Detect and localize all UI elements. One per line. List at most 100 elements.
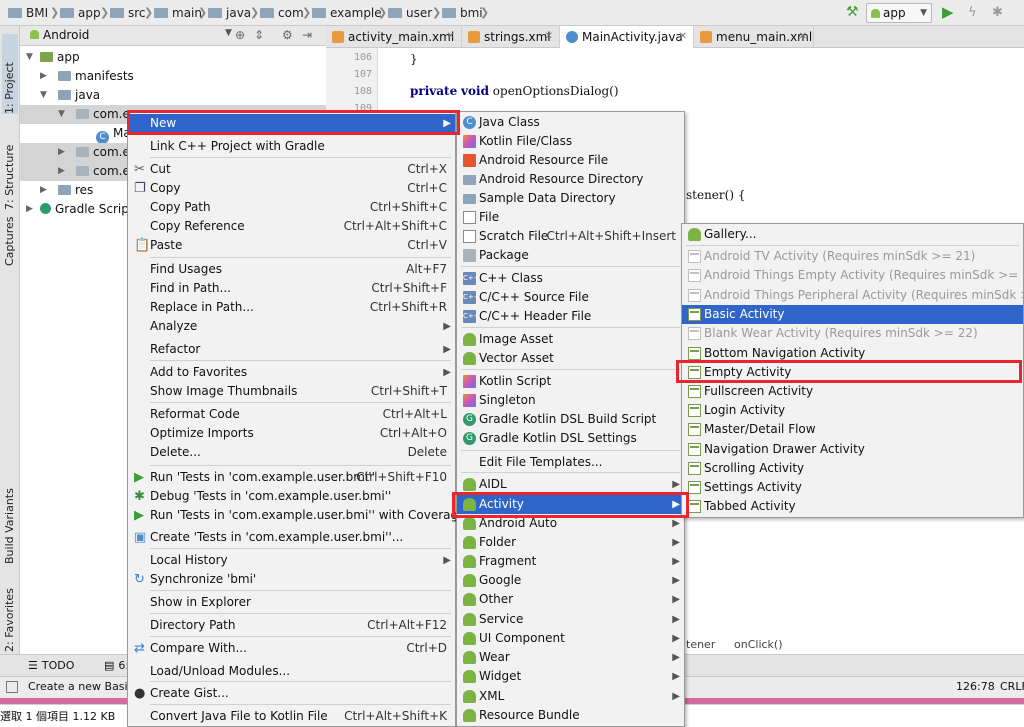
line-separator[interactable]: CRLF: [1000, 680, 1024, 693]
breadcrumb-java[interactable]: java: [208, 0, 251, 26]
menu-item-replace-in-path[interactable]: Replace in Path... Ctrl+Shift+R: [128, 298, 455, 317]
new-item-image-asset[interactable]: Image Asset: [457, 330, 684, 349]
new-item-vector-asset[interactable]: Vector Asset: [457, 349, 684, 368]
new-item-kotlin-script[interactable]: Kotlin Script: [457, 372, 684, 391]
tool-tab-favorites[interactable]: 2: Favorites: [2, 572, 18, 652]
tab-strings-xml[interactable]: strings.xml ✕: [462, 26, 560, 48]
tool-windows-icon[interactable]: [6, 681, 18, 693]
menu-item-run-tests-in-com-example-user-bmi[interactable]: ▶ Run 'Tests in 'com.example.user.bmi'' Ct…: [128, 468, 455, 487]
chevron-down-icon[interactable]: ▼: [225, 28, 232, 38]
activity-item-settings-activity[interactable]: Settings Activity: [682, 478, 1023, 497]
menu-item-optimize-imports[interactable]: Optimize Imports Ctrl+Alt+O: [128, 424, 455, 443]
new-item-activity[interactable]: Activity ▶: [457, 495, 684, 514]
tree-item-app[interactable]: ▼ app: [20, 48, 326, 67]
menu-item-copy-path[interactable]: Copy Path Ctrl+Shift+C: [128, 198, 455, 217]
collapse-icon[interactable]: ⇕: [254, 28, 264, 42]
menu-item-synchronize-bmi[interactable]: ↻ Synchronize 'bmi': [128, 570, 455, 589]
new-item-kotlin-file-class[interactable]: Kotlin File/Class: [457, 132, 684, 151]
tab-mainactivity-java[interactable]: MainActivity.java ✕: [560, 26, 694, 48]
activity-item-basic-activity[interactable]: Basic Activity: [682, 305, 1023, 324]
activity-item-scrolling-activity[interactable]: Scrolling Activity: [682, 459, 1023, 478]
new-item-widget[interactable]: Widget ▶: [457, 667, 684, 686]
menu-item-create-tests-in-com-example-user-bmi[interactable]: ▣ Create 'Tests in 'com.example.user.bmi'…: [128, 528, 455, 547]
activity-item-fullscreen-activity[interactable]: Fullscreen Activity: [682, 382, 1023, 401]
menu-item-create-gist[interactable]: ● Create Gist...: [128, 684, 455, 703]
menu-item-find-usages[interactable]: Find Usages Alt+F7: [128, 260, 455, 279]
menu-item-cut[interactable]: ✂ Cut Ctrl+X: [128, 160, 455, 179]
activity-item-blank-wear-activity-requires-minsdk-22[interactable]: Blank Wear Activity (Requires minSdk >= …: [682, 324, 1023, 343]
breadcrumb-src[interactable]: src: [110, 0, 146, 26]
menu-item-new[interactable]: New ▶: [128, 114, 455, 133]
new-item-singleton[interactable]: Singleton: [457, 391, 684, 410]
project-view-select[interactable]: Android: [30, 28, 89, 42]
new-item-fragment[interactable]: Fragment ▶: [457, 552, 684, 571]
close-icon[interactable]: ✕: [799, 26, 807, 48]
new-item-c-c-source-file[interactable]: C++ C/C++ Source File: [457, 288, 684, 307]
new-item-wear[interactable]: Wear ▶: [457, 648, 684, 667]
run-configuration-select[interactable]: app ▼: [866, 3, 932, 23]
menu-item-paste[interactable]: 📋 Paste Ctrl+V: [128, 236, 455, 255]
new-item-android-auto[interactable]: Android Auto ▶: [457, 514, 684, 533]
breadcrumb-example[interactable]: example: [312, 0, 382, 26]
activity-item-empty-activity[interactable]: Empty Activity: [682, 363, 1023, 382]
menu-item-debug-tests-in-com-example-user-bmi[interactable]: ✱ Debug 'Tests in 'com.example.user.bmi'': [128, 487, 455, 506]
new-item-c-c-header-file[interactable]: C++ C/C++ Header File: [457, 307, 684, 326]
breadcrumb-main[interactable]: main: [154, 0, 202, 26]
activity-item-bottom-navigation-activity[interactable]: Bottom Navigation Activity: [682, 344, 1023, 363]
new-item-gradle-kotlin-dsl-build-script[interactable]: G Gradle Kotlin DSL Build Script: [457, 410, 684, 429]
menu-item-copy[interactable]: ❐ Copy Ctrl+C: [128, 179, 455, 198]
new-item-xml[interactable]: XML ▶: [457, 687, 684, 706]
new-item-google[interactable]: Google ▶: [457, 571, 684, 590]
new-item-resource-bundle[interactable]: Resource Bundle: [457, 706, 684, 725]
new-item-android-resource-file[interactable]: Android Resource File: [457, 151, 684, 170]
new-item-other[interactable]: Other ▶: [457, 590, 684, 609]
tree-item-java[interactable]: ▼ java: [20, 86, 326, 105]
todo-tab[interactable]: ☰ TODO: [28, 655, 74, 677]
close-icon[interactable]: ✕: [679, 26, 687, 48]
menu-item-directory-path[interactable]: Directory Path Ctrl+Alt+F12: [128, 616, 455, 635]
new-item-c-class[interactable]: C++ C++ Class: [457, 269, 684, 288]
hide-icon[interactable]: ⇥: [302, 28, 312, 42]
menu-item-refactor[interactable]: Refactor ▶: [128, 340, 455, 359]
new-item-java-class[interactable]: C Java Class: [457, 113, 684, 132]
menu-item-find-in-path[interactable]: Find in Path... Ctrl+Shift+F: [128, 279, 455, 298]
close-icon[interactable]: ✕: [545, 26, 553, 48]
editor-breadcrumb-onclick[interactable]: onClick(): [734, 638, 783, 651]
caret-position[interactable]: 126:78: [956, 680, 995, 693]
new-item-service[interactable]: Service ▶: [457, 610, 684, 629]
menu-item-compare-with[interactable]: ⇄ Compare With... Ctrl+D: [128, 639, 455, 658]
new-item-ui-component[interactable]: UI Component ▶: [457, 629, 684, 648]
breadcrumb-user[interactable]: user: [388, 0, 432, 26]
menu-item-delete[interactable]: Delete... Delete: [128, 443, 455, 462]
apply-changes-icon[interactable]: ϟ: [968, 5, 977, 20]
activity-item-master-detail-flow[interactable]: Master/Detail Flow: [682, 420, 1023, 439]
new-item-folder[interactable]: Folder ▶: [457, 533, 684, 552]
activity-item-login-activity[interactable]: Login Activity: [682, 401, 1023, 420]
menu-item-add-to-favorites[interactable]: Add to Favorites ▶: [128, 363, 455, 382]
gear-icon[interactable]: ⚙: [282, 28, 293, 42]
new-item-sample-data-directory[interactable]: Sample Data Directory: [457, 189, 684, 208]
debug-icon[interactable]: ✱: [992, 5, 1003, 20]
editor-breadcrumb-listener[interactable]: tener: [686, 638, 715, 651]
menu-item-run-tests-in-com-example-user-bmi-with-coverage[interactable]: ▶ Run 'Tests in 'com.example.user.bmi'' w…: [128, 506, 466, 525]
tab-menu-main-xml[interactable]: menu_main.xml ✕: [694, 26, 814, 48]
new-item-package[interactable]: Package: [457, 246, 684, 265]
tool-tab-structure[interactable]: 7: Structure: [2, 118, 18, 210]
new-item-file[interactable]: File: [457, 208, 684, 227]
menu-item-reformat-code[interactable]: Reformat Code Ctrl+Alt+L: [128, 405, 455, 424]
tool-tab-project[interactable]: 1: Project: [2, 34, 18, 114]
new-item-aidl[interactable]: AIDL ▶: [457, 475, 684, 494]
activity-item-navigation-drawer-activity[interactable]: Navigation Drawer Activity: [682, 440, 1023, 459]
tree-item-manifests[interactable]: ▶ manifests: [20, 67, 326, 86]
menu-item-show-image-thumbnails[interactable]: Show Image Thumbnails Ctrl+Shift+T: [128, 382, 455, 401]
breadcrumb-app[interactable]: app: [60, 0, 101, 26]
activity-item-tabbed-activity[interactable]: Tabbed Activity: [682, 497, 1023, 516]
menu-item-analyze[interactable]: Analyze ▶: [128, 317, 455, 336]
menu-item-convert-java-file-to-kotlin-file[interactable]: Convert Java File to Kotlin File Ctrl+Alt…: [128, 707, 455, 726]
menu-item-local-history[interactable]: Local History ▶: [128, 551, 455, 570]
close-icon[interactable]: ✕: [447, 26, 455, 48]
menu-item-copy-reference[interactable]: Copy Reference Ctrl+Alt+Shift+C: [128, 217, 455, 236]
hammer-icon[interactable]: ⚒: [846, 4, 859, 20]
target-icon[interactable]: ⊕: [235, 28, 245, 42]
menu-item-show-in-explorer[interactable]: Show in Explorer: [128, 593, 455, 612]
